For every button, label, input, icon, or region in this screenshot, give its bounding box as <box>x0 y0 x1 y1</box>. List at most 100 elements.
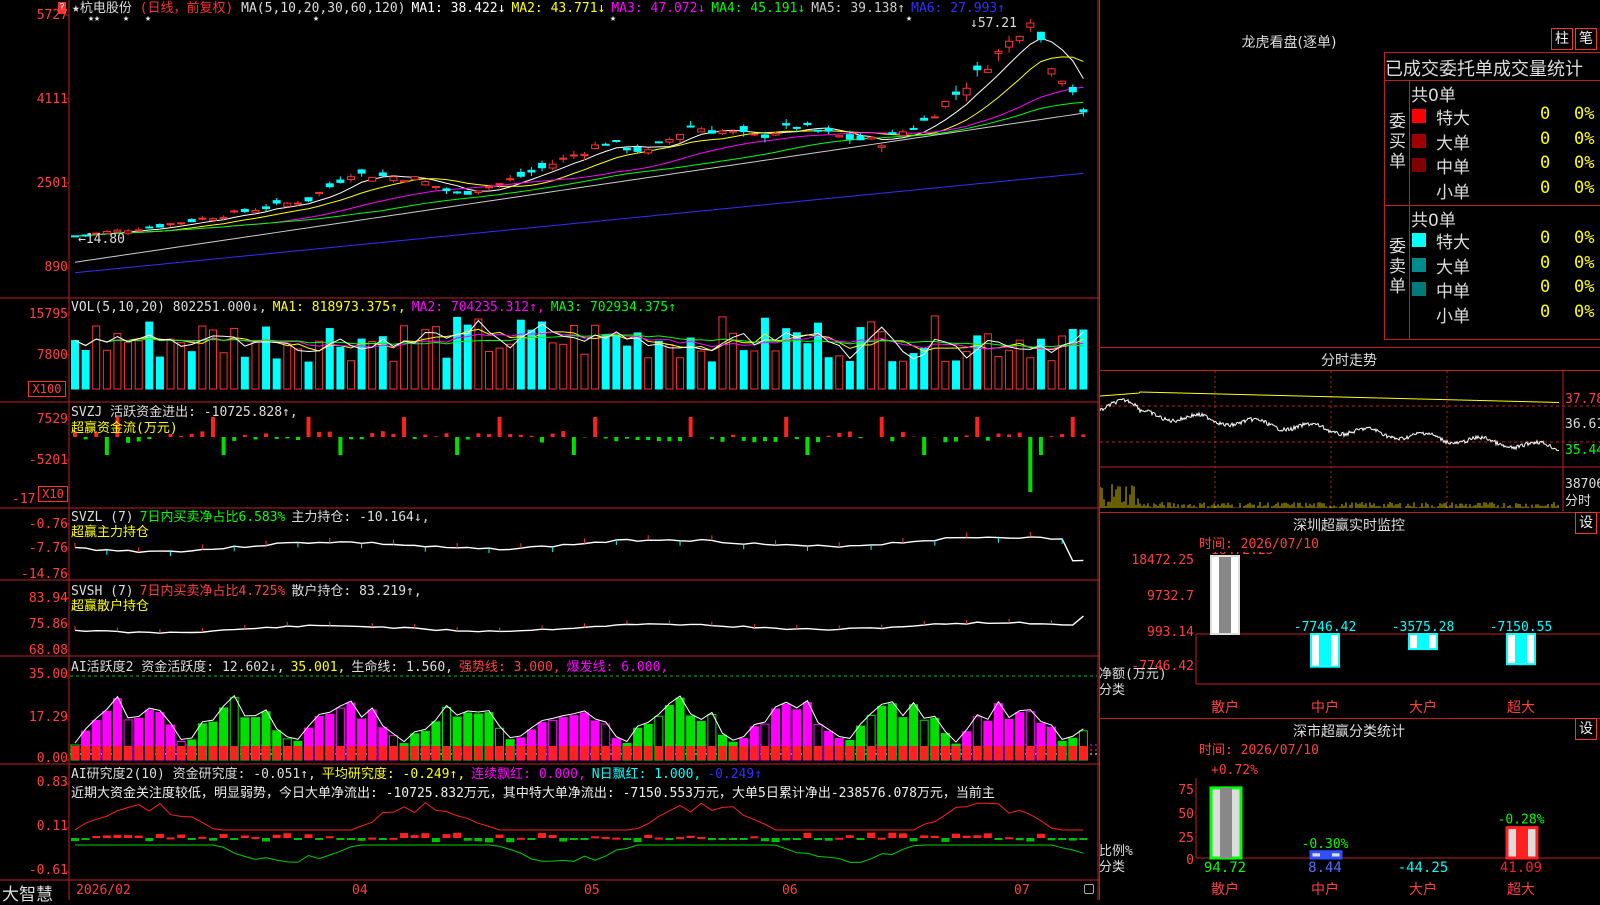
air-bar-61 <box>718 838 726 840</box>
svzj-bar-62 <box>731 435 735 437</box>
air-bar-48 <box>581 838 589 840</box>
air-bar-47 <box>570 838 578 840</box>
candle-body-21 <box>294 203 301 204</box>
svzj-bar-21 <box>296 437 300 440</box>
sell-row-0-pct: 0% <box>1574 228 1594 248</box>
ai2-base-60 <box>708 746 716 760</box>
ai2-base-39 <box>485 746 493 760</box>
main.ma_legend-item-6: MA6: 27.993↑ <box>911 1 1005 16</box>
ai2-base-72 <box>835 746 843 760</box>
lock-icon[interactable] <box>1084 884 1094 894</box>
air-bar-82 <box>941 838 949 842</box>
svzj-bar-37 <box>466 437 470 439</box>
air-bar-65 <box>761 838 769 841</box>
svzj-bar-72 <box>837 433 841 437</box>
intraday-chart[interactable] <box>1100 371 1600 511</box>
vol-bar-40 <box>496 348 503 389</box>
ai2-base-61 <box>718 746 726 760</box>
sz-class-title: 深市超赢分类统计 <box>1259 721 1439 741</box>
sz-class-settings-button[interactable]: 设 <box>1575 718 1597 740</box>
ai2-base-4 <box>113 746 121 760</box>
sell-row-3-name: 小单 <box>1436 302 1470 327</box>
air-bar-71 <box>825 838 833 841</box>
air-bar-87 <box>994 838 1002 840</box>
vol-bar-9 <box>167 339 174 389</box>
date-axis: 2026/02 04 05 06 07 <box>70 882 1097 900</box>
candle-body-66 <box>772 134 779 136</box>
buy-row-0-value: 0 <box>1540 104 1550 124</box>
high-price-label: ↓57.21 <box>970 16 1017 31</box>
kline-chart-area[interactable] <box>0 0 1099 900</box>
ai2-base-8 <box>156 746 164 760</box>
vol-bar-95 <box>1080 330 1087 389</box>
right-panel: 龙虎看盘(逐单) 柱 笔 已成交委托单成交量统计 委买单 共0单 特大00%大单… <box>1099 0 1600 900</box>
tick-mode-button[interactable]: 笔 <box>1575 28 1597 50</box>
svsh-line <box>75 616 1083 633</box>
candle-body-37 <box>464 191 471 194</box>
ai2-base-95 <box>1079 746 1087 760</box>
candle-body-85 <box>974 66 981 70</box>
ma-legend-items: MA(5,10,20,30,60,120)MA1: 38.422↓MA2: 43… <box>241 1 1011 16</box>
air-bar-22 <box>305 834 313 838</box>
vol-bar-45 <box>549 343 556 389</box>
mon-cat-2: 大户 <box>1409 881 1437 898</box>
svzj-bar-42 <box>519 435 523 437</box>
vol-bar-21 <box>294 349 301 389</box>
candle-body-32 <box>411 177 418 180</box>
candle-body-47 <box>570 155 577 156</box>
vol-bar-56 <box>666 344 673 389</box>
mon-bar-inner-0 <box>1219 557 1231 633</box>
svzj-bar-10 <box>179 436 183 437</box>
air-bar-83 <box>952 834 960 838</box>
low-price-label: ←14.80 <box>78 232 125 247</box>
candle-body-58 <box>687 126 694 127</box>
svzj-bar-20 <box>285 437 289 438</box>
sell-row-2-name: 中单 <box>1436 277 1470 302</box>
ai2-base-89 <box>1016 746 1024 760</box>
sell-row-3-pct: 0% <box>1574 302 1594 322</box>
svzj-bar-65 <box>763 437 767 441</box>
ai2.legend-item-0: AI活跃度2 资金活跃度: 12.602↓, <box>71 660 285 675</box>
air-bar-10 <box>177 835 185 838</box>
air-bar-31 <box>400 833 408 838</box>
candle-body-43 <box>528 170 535 172</box>
period-label[interactable]: (日线，前复权) <box>140 1 234 16</box>
candle-body-51 <box>613 141 620 142</box>
air-bar-14 <box>220 834 228 838</box>
svzj-bar-84 <box>965 435 969 437</box>
vol-bar-7 <box>146 322 153 389</box>
sell-row-1-value: 0 <box>1540 253 1550 273</box>
sz-monitor-settings-button[interactable]: 设 <box>1575 512 1597 534</box>
candle-body-13 <box>209 219 216 221</box>
vol-bar-24 <box>326 329 333 389</box>
air-bar-17 <box>251 837 259 839</box>
ai2-base-73 <box>846 746 854 760</box>
svzj-bar-5 <box>126 437 130 443</box>
svzj-bar-28 <box>370 433 374 437</box>
air-bar-72 <box>835 838 843 840</box>
buy-row-2-value: 0 <box>1540 153 1550 173</box>
mon-value-1: -7746.42 <box>1294 620 1357 635</box>
mon-bar-inner-1 <box>1319 635 1331 666</box>
ai2-base-62 <box>729 746 737 760</box>
air-bar-49 <box>591 836 599 838</box>
ai2-base-45 <box>549 746 557 760</box>
candle-body-54 <box>645 150 652 153</box>
svzj-bar-74 <box>858 437 862 438</box>
svzj-bar-86 <box>986 437 990 441</box>
bar-mode-button[interactable]: 柱 <box>1551 28 1573 50</box>
vol-bar-14 <box>220 353 227 389</box>
svzj-bar-34 <box>434 436 438 437</box>
svzj-bar-80 <box>922 437 926 455</box>
svzj-bar-93 <box>1060 434 1064 437</box>
ai2-base-24 <box>326 746 334 760</box>
date-label-1: 04 <box>352 883 368 898</box>
ai2-base-70 <box>814 746 822 760</box>
candle-body-33 <box>422 182 429 185</box>
buy-row-0-name: 特大 <box>1436 104 1470 129</box>
air-bar-40 <box>496 835 504 838</box>
vol-bar-54 <box>645 358 652 389</box>
ai2-base-85 <box>973 746 981 760</box>
ai2-base-38 <box>474 746 482 760</box>
candle-body-19 <box>273 201 280 203</box>
